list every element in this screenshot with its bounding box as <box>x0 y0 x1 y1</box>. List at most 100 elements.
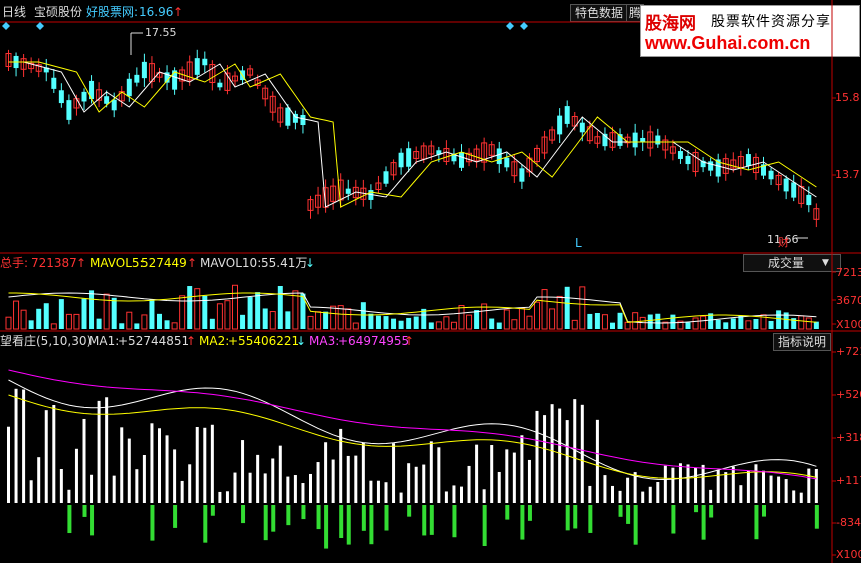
volume-bar <box>489 318 495 329</box>
volume-bar <box>639 316 646 330</box>
candle-body <box>496 148 502 165</box>
indicator-positive-bar <box>173 449 177 503</box>
indicator-positive-bar <box>361 442 365 503</box>
indicator-positive-bar <box>694 467 698 503</box>
volume-bar <box>624 321 631 330</box>
volume-bar <box>96 318 102 329</box>
indicator-positive-bar <box>550 404 554 503</box>
indicator-positive-bar <box>142 455 146 503</box>
candle-body <box>459 152 464 168</box>
indicator-positive-bar <box>467 465 471 503</box>
volume-bar <box>496 322 502 329</box>
candle-body <box>217 82 223 88</box>
indicator-positive-bar <box>150 423 154 503</box>
indicator-negative-bar <box>505 505 510 520</box>
volume-bar <box>247 297 253 329</box>
volume-bar <box>13 300 20 330</box>
volume-bar <box>685 322 691 329</box>
indicator-positive-bar <box>271 458 275 503</box>
indicator-positive-bar <box>422 464 426 503</box>
candle-body <box>564 106 570 124</box>
volume-bar <box>458 305 465 330</box>
volume-bar <box>187 286 193 329</box>
volume-bar <box>571 319 578 330</box>
indicator-positive-bar <box>331 459 335 503</box>
volume-bar <box>617 312 623 329</box>
candle-body <box>300 114 306 126</box>
indicator-positive-bar <box>180 480 184 503</box>
volume-bar <box>307 315 314 330</box>
volume-bar <box>413 316 419 329</box>
candle-body <box>685 155 691 165</box>
volume-bar <box>194 288 201 330</box>
indicator-negative-bar <box>324 505 329 549</box>
indicator-positive-bar <box>346 455 350 503</box>
volume-bar <box>738 315 744 329</box>
volume-bar <box>269 311 276 330</box>
volume-bar <box>5 316 12 330</box>
indicator-negative-bar <box>173 505 178 528</box>
indicator-positive-bar <box>127 438 131 503</box>
indicator-positive-bar <box>762 470 765 503</box>
indicator-positive-bar <box>293 475 297 503</box>
volume-bar <box>391 318 397 329</box>
indicator-negative-bar <box>429 505 434 535</box>
indicator-positive-bar <box>90 474 94 503</box>
volume-bar <box>443 316 450 330</box>
indicator-negative-bar <box>384 505 389 531</box>
indicator-positive-bar <box>286 476 290 503</box>
indicator-positive-bar <box>105 397 109 503</box>
volume-bar <box>383 316 389 329</box>
volume-bar <box>753 319 759 329</box>
indicator-positive-bar <box>29 480 33 503</box>
indicator-positive-bar <box>626 477 630 503</box>
candle-body <box>406 148 412 167</box>
indicator-positive-bar <box>82 418 86 503</box>
indicator-positive-bar <box>490 445 494 503</box>
indicator-negative-bar <box>346 505 351 545</box>
indicator-positive-bar <box>44 410 48 503</box>
indicator-positive-bar <box>444 491 448 503</box>
indicator-negative-bar <box>762 505 766 517</box>
indicator-positive-bar <box>339 428 343 503</box>
indicator-positive-bar <box>414 466 418 503</box>
volume-bar <box>541 289 548 330</box>
indicator-positive-bar <box>263 473 267 503</box>
indicator-positive-bar <box>203 427 207 503</box>
stock-chart-canvas[interactable] <box>0 0 861 563</box>
indicator-negative-bar <box>67 505 72 534</box>
candle-body <box>285 107 291 126</box>
candle-body <box>345 188 351 194</box>
indicator-positive-bar <box>452 485 456 503</box>
indicator-negative-bar <box>520 505 525 540</box>
candle-body <box>768 170 774 180</box>
indicator-positive-bar <box>754 464 758 503</box>
indicator-positive-bar <box>648 486 652 503</box>
candle-body <box>791 182 797 198</box>
volume-bar <box>157 313 162 329</box>
indicator-negative-bar <box>301 505 306 520</box>
indicator-negative-bar <box>316 505 321 530</box>
candle-body <box>708 161 714 171</box>
indicator-positive-bar <box>225 491 229 503</box>
indicator-negative-bar <box>369 505 374 545</box>
volume-bar <box>692 317 699 330</box>
volume-bar <box>111 297 117 329</box>
indicator-positive-bar <box>565 420 569 503</box>
indicator-negative-bar <box>210 505 215 516</box>
indicator-positive-bar <box>218 491 222 503</box>
volume-bar <box>556 295 563 330</box>
indicator-positive-bar <box>354 455 358 503</box>
indicator-positive-bar <box>641 491 645 503</box>
candle-body <box>783 178 789 192</box>
volume-bar <box>255 292 261 329</box>
diamond-icon <box>36 22 44 30</box>
indicator-positive-bar <box>429 441 433 503</box>
volume-bar <box>745 320 752 330</box>
volume-bar <box>700 315 707 330</box>
candle-body <box>104 96 110 104</box>
indicator-positive-bar <box>535 410 539 503</box>
volume-bar <box>277 286 283 329</box>
indicator-positive-bar <box>633 472 637 503</box>
volume-bar <box>534 301 540 330</box>
